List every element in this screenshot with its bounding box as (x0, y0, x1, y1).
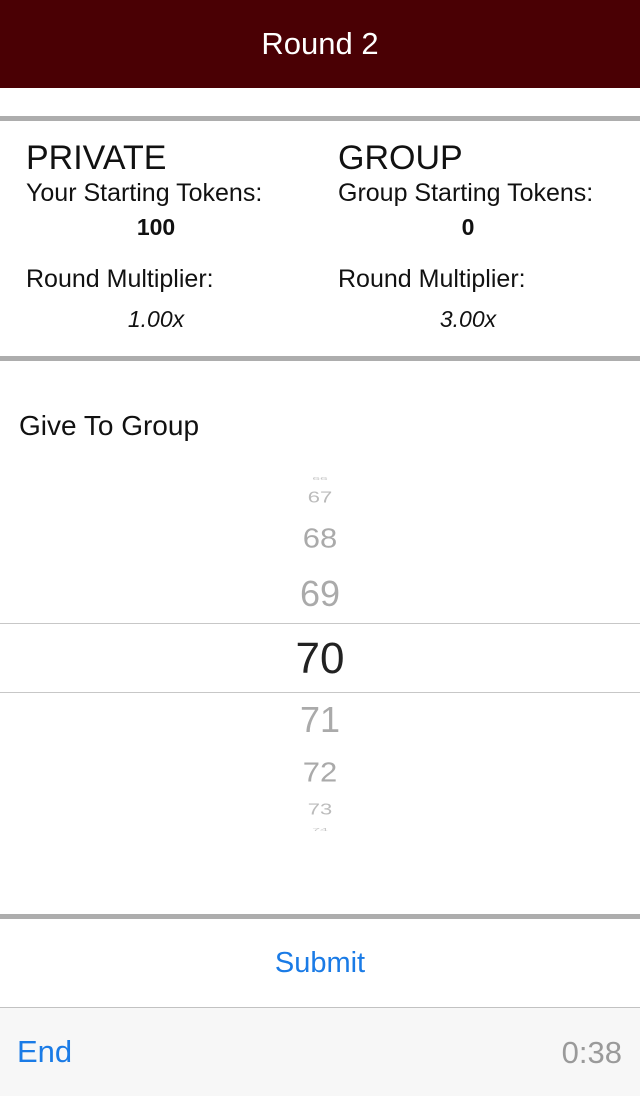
submit-button[interactable]: Submit (269, 946, 371, 981)
submit-area: Submit (0, 919, 640, 1007)
picker-option[interactable]: 71 (0, 702, 640, 738)
private-tokens-value: 100 (136, 214, 176, 240)
group-multiplier-label: Round Multiplier: (338, 265, 526, 293)
picker-option[interactable]: 73 (0, 802, 640, 817)
picker-option[interactable]: 68 (0, 524, 640, 552)
picker-option[interactable]: 69 (0, 576, 640, 612)
private-multiplier-label: Round Multiplier: (26, 265, 214, 293)
bottom-toolbar: End 0:38 (0, 1007, 640, 1096)
group-tokens-label: Group Starting Tokens: (338, 179, 594, 207)
give-to-group-label: Give To Group (19, 410, 200, 441)
top-bar: Round 2 (0, 0, 640, 88)
middle-divider (0, 356, 640, 361)
picker-selection-top-line (0, 623, 640, 624)
picker-option[interactable]: 66 (0, 476, 640, 481)
picker-option[interactable]: 67 (0, 490, 640, 505)
group-multiplier-value: 3.00x (439, 306, 497, 332)
give-amount-picker[interactable]: 66 67 68 69 70 71 72 73 74 (0, 470, 640, 840)
top-divider (0, 116, 640, 121)
end-button[interactable]: End (17, 1034, 72, 1070)
group-panel: GROUP Group Starting Tokens: 0 Round Mul… (338, 138, 638, 334)
picker-selected-option[interactable]: 70 (0, 637, 640, 681)
private-panel: PRIVATE Your Starting Tokens: 100 Round … (26, 138, 326, 334)
private-title: PRIVATE (26, 139, 167, 177)
picker-option[interactable]: 72 (0, 758, 640, 786)
picker-selection-bottom-line (0, 692, 640, 693)
private-tokens-label: Your Starting Tokens: (26, 179, 263, 207)
group-title: GROUP (338, 139, 463, 177)
countdown-timer: 0:38 (561, 1035, 622, 1070)
round-title: Round 2 (261, 26, 379, 61)
picker-option[interactable]: 74 (0, 827, 640, 832)
private-multiplier-value: 1.00x (127, 306, 185, 332)
group-tokens-value: 0 (461, 214, 475, 240)
